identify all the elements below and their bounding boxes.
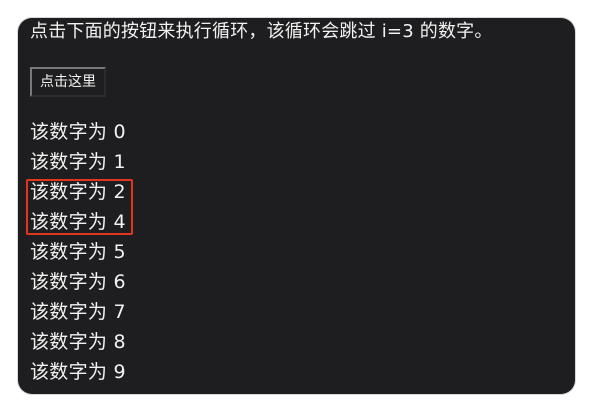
output-line: 该数字为 2	[30, 181, 126, 203]
output-line: 该数字为 4	[30, 211, 126, 233]
output-list: 该数字为 0 该数字为 1 该数字为 2 该数字为 4 该数字为 5 该数字为 …	[30, 117, 126, 387]
intro-text: 点击下面的按钮来执行循环，该循环会跳过 i=3 的数字。	[30, 21, 493, 42]
output-line: 该数字为 9	[30, 361, 126, 383]
output-line: 该数字为 6	[30, 271, 126, 293]
output-line: 该数字为 8	[30, 331, 126, 353]
output-line: 该数字为 5	[30, 241, 126, 263]
demo-panel: 点击下面的按钮来执行循环，该循环会跳过 i=3 的数字。 点击这里 该数字为 0…	[18, 18, 575, 394]
output-line: 该数字为 0	[30, 121, 126, 143]
click-here-button[interactable]: 点击这里	[30, 67, 106, 97]
output-line: 该数字为 1	[30, 151, 126, 173]
output-line: 该数字为 7	[30, 301, 126, 323]
